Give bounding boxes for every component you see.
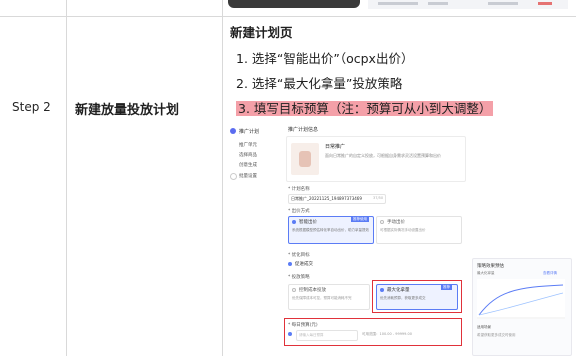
column-divider (66, 0, 67, 356)
preview-link[interactable]: 查看详情 (543, 271, 557, 276)
instruction-step-2: 2. 选择“最大化拿量”投放策略 (236, 76, 403, 91)
section-title: 新建计划页 (230, 25, 293, 40)
radio-selected-icon (288, 262, 292, 266)
strategy-label: * 投放策略 (288, 275, 310, 280)
radio-icon (292, 288, 296, 292)
radio-icon (380, 220, 384, 224)
embedded-screenshot: 推广计划 推广单元 选择商品 创意生成 批量设置 推广计划信息 日常推广 面向日… (226, 122, 574, 356)
sidebar-item[interactable]: 推广单元 (239, 142, 257, 148)
goal-value[interactable]: 促进成交 (295, 261, 313, 267)
product-desc: 面向日常推广的自定义投放，可根据自身需求灵活设置预算和出价 (325, 153, 441, 158)
manual-bid-option[interactable]: 手动出价 可根据实际情况手动设置出价 (376, 216, 462, 244)
smart-bid-desc: 系统根据模型预估转化率自动出价，助力拿量提效 (292, 228, 369, 232)
sidebar-item[interactable]: 选择商品 (239, 152, 257, 158)
product-title: 日常推广 (325, 144, 346, 150)
instruction-step-1: 1. 选择“智能出价”（ocpx出价） (236, 51, 414, 66)
plan-name-input[interactable]: 日常推广_20221125_194897373469 37/50 (288, 194, 386, 204)
sidebar-header: 推广计划 (239, 129, 260, 135)
strategy-cost-label: 控制成本投放 (299, 288, 326, 293)
strategy-cost-desc: 优先保障成本可控，预算可能消耗不完 (292, 296, 352, 300)
table-row-divider (0, 16, 576, 17)
step-icon (230, 173, 237, 180)
manual-bid-desc: 可根据实际情况手动设置出价 (380, 228, 426, 232)
goal-label: * 优化目标 (288, 253, 310, 258)
sidebar-item[interactable]: 批量设置 (239, 173, 257, 179)
active-step-icon (230, 128, 236, 134)
recommended-badge: 推荐使用 (351, 217, 369, 222)
smart-bid-label: 智能出价 (299, 220, 317, 225)
highlight-strategy-box (372, 280, 462, 313)
bid-method-label: * 出价方式 (288, 209, 310, 214)
panel-title: 推广计划信息 (288, 127, 319, 133)
strategy-preview-panel: 策略效果预估 最大化拿量 查看详情 适用场景 希望获取更多成交时使用 (472, 258, 572, 356)
plan-name-value: 日常推广_20221125_194897373469 (291, 196, 362, 201)
strategy-cost-option[interactable]: 控制成本投放 优先保障成本可控，预算可能消耗不完 (288, 284, 370, 310)
step-title: 新建放量投放计划 (75, 103, 180, 118)
sidebar-item[interactable]: 创意生成 (239, 162, 257, 168)
preview-note-title: 适用场景 (477, 325, 491, 329)
manual-bid-label: 手动出价 (387, 220, 405, 225)
preview-note-text: 希望获取更多成交时使用 (477, 333, 516, 337)
highlighted-step: 3. 填写目标预算（注：预算可从小到大调整） (236, 101, 494, 116)
product-image (291, 143, 319, 175)
preview-curve-chart (477, 279, 565, 319)
step-label: Step 2 (12, 100, 51, 114)
instruction-step-3: 3. 填写目标预算（注：预算可从小到大调整） (236, 98, 494, 117)
smart-bid-option[interactable]: 智能出价 推荐使用 系统根据模型预估转化率自动出价，助力拿量提效 (288, 216, 374, 244)
radio-selected-icon (292, 220, 296, 224)
column-divider (222, 0, 223, 356)
preview-subtitle: 最大化拿量 (477, 271, 495, 275)
preview-title: 策略效果预估 (477, 264, 504, 269)
cropped-screenshot-top (228, 0, 572, 12)
plan-name-label: * 计划名称 (288, 187, 310, 192)
highlight-budget-box (284, 318, 462, 346)
product-card[interactable]: 日常推广 面向日常推广的自定义投放，可根据自身需求灵活设置预算和出价 (286, 136, 466, 182)
plan-name-count: 37/50 (373, 196, 384, 200)
